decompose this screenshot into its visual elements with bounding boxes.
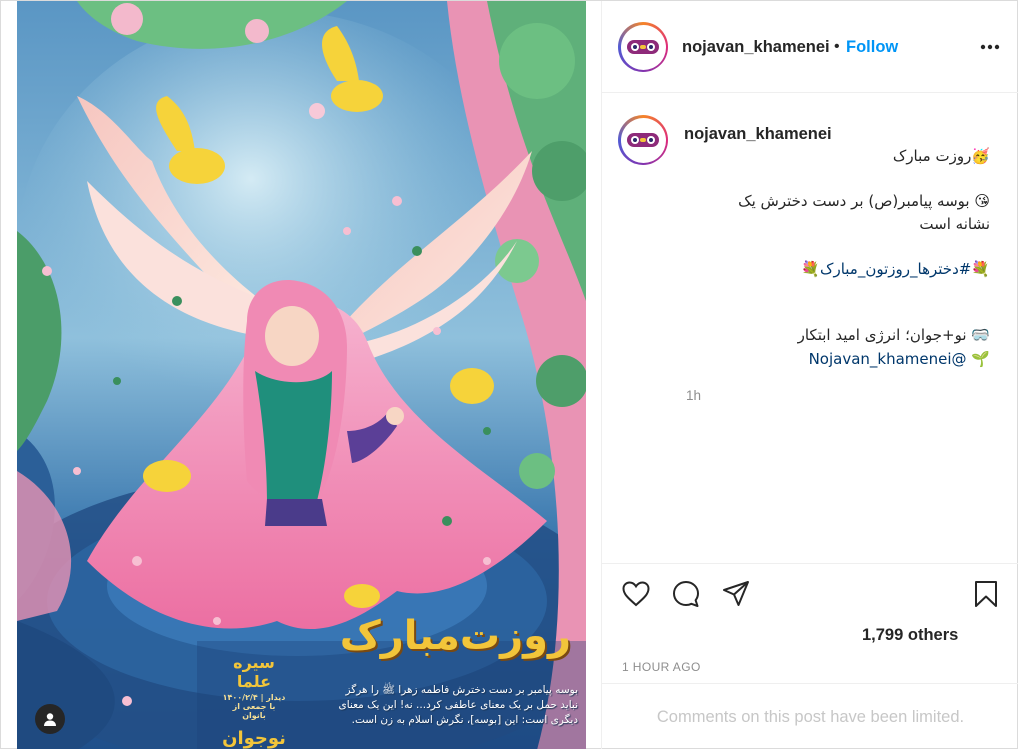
paper-plane-icon[interactable] bbox=[720, 578, 752, 610]
caption-hashtag-link[interactable]: 💐#دخترها_روزتون_مبارک💐 bbox=[801, 260, 990, 278]
likes-count[interactable]: 1,799 others bbox=[862, 626, 958, 645]
post-timestamp[interactable]: 1 HOUR AGO bbox=[622, 660, 701, 674]
post-actions: 1,799 others 1 HOUR AGO bbox=[602, 563, 1018, 678]
comments-limited-notice: Comments on this post have been limited. bbox=[602, 683, 1018, 749]
artwork-title: روزت‌مبارک bbox=[339, 613, 571, 659]
more-horizontal-icon[interactable] bbox=[978, 35, 1002, 59]
artwork-caption-line: نباید حمل بر یک معنای عاطفی کرد... نه! ا… bbox=[338, 699, 578, 711]
artwork-logo-line: سیره علما bbox=[233, 653, 275, 691]
artwork-caption-line: دیگری است: این [بوسه]، نگرش اسلام به زن … bbox=[351, 714, 578, 726]
artwork-caption: بوسه پیامبر بر دست دخترش فاطمه زهرا ﷺ را… bbox=[293, 683, 578, 728]
caption-timestamp[interactable]: 1h bbox=[686, 388, 701, 403]
caption-line: نشانه است bbox=[919, 215, 990, 233]
person-icon bbox=[44, 713, 56, 726]
post-image[interactable]: روزت‌مبارک بوسه پیامبر بر دست دخترش فاطم… bbox=[17, 1, 586, 749]
artwork-caption-line: بوسه پیامبر بر دست دخترش فاطمه زهرا ﷺ را… bbox=[345, 684, 578, 696]
avatar-logo-icon bbox=[624, 121, 662, 159]
avatar[interactable] bbox=[618, 22, 668, 72]
follow-button[interactable]: Follow bbox=[846, 38, 898, 57]
post-dialog: روزت‌مبارک بوسه پیامبر بر دست دخترش فاطم… bbox=[0, 0, 1018, 749]
caption-line: 😘 بوسه پیامبر(ص) بر دست دخترش یک bbox=[738, 192, 990, 210]
artwork-logo-line: ۱۴۰۰/۲/۴ | دیدار با جمعی از بانوان bbox=[222, 693, 286, 720]
caption-username[interactable]: nojavan_khamenei bbox=[684, 125, 832, 144]
user-tag-icon[interactable] bbox=[35, 704, 65, 734]
caption-line: 🥳روزت مبارک bbox=[892, 147, 990, 165]
post-side-panel: nojavan_khamenei • Follow nojavan_khamen… bbox=[601, 1, 1018, 749]
heart-icon[interactable] bbox=[620, 578, 652, 610]
bookmark-icon[interactable] bbox=[970, 578, 1002, 610]
avatar-logo-icon bbox=[624, 28, 662, 66]
caption-line: 🥽 نو+جوان؛ انرژی امید ابتکار bbox=[797, 326, 990, 344]
artwork-logo: سیره علما ۱۴۰۰/۲/۴ | دیدار با جمعی از با… bbox=[222, 649, 286, 749]
caption-mention-link[interactable]: 🌱 @Nojavan_khamenei bbox=[809, 350, 990, 368]
comment-icon[interactable] bbox=[670, 578, 702, 610]
post-header: nojavan_khamenei • Follow bbox=[602, 1, 1018, 93]
separator-dot: • bbox=[834, 38, 840, 55]
avatar[interactable] bbox=[618, 115, 668, 165]
post-author-username[interactable]: nojavan_khamenei bbox=[682, 38, 830, 57]
artwork-logo-line: نوجوان bbox=[222, 728, 286, 749]
